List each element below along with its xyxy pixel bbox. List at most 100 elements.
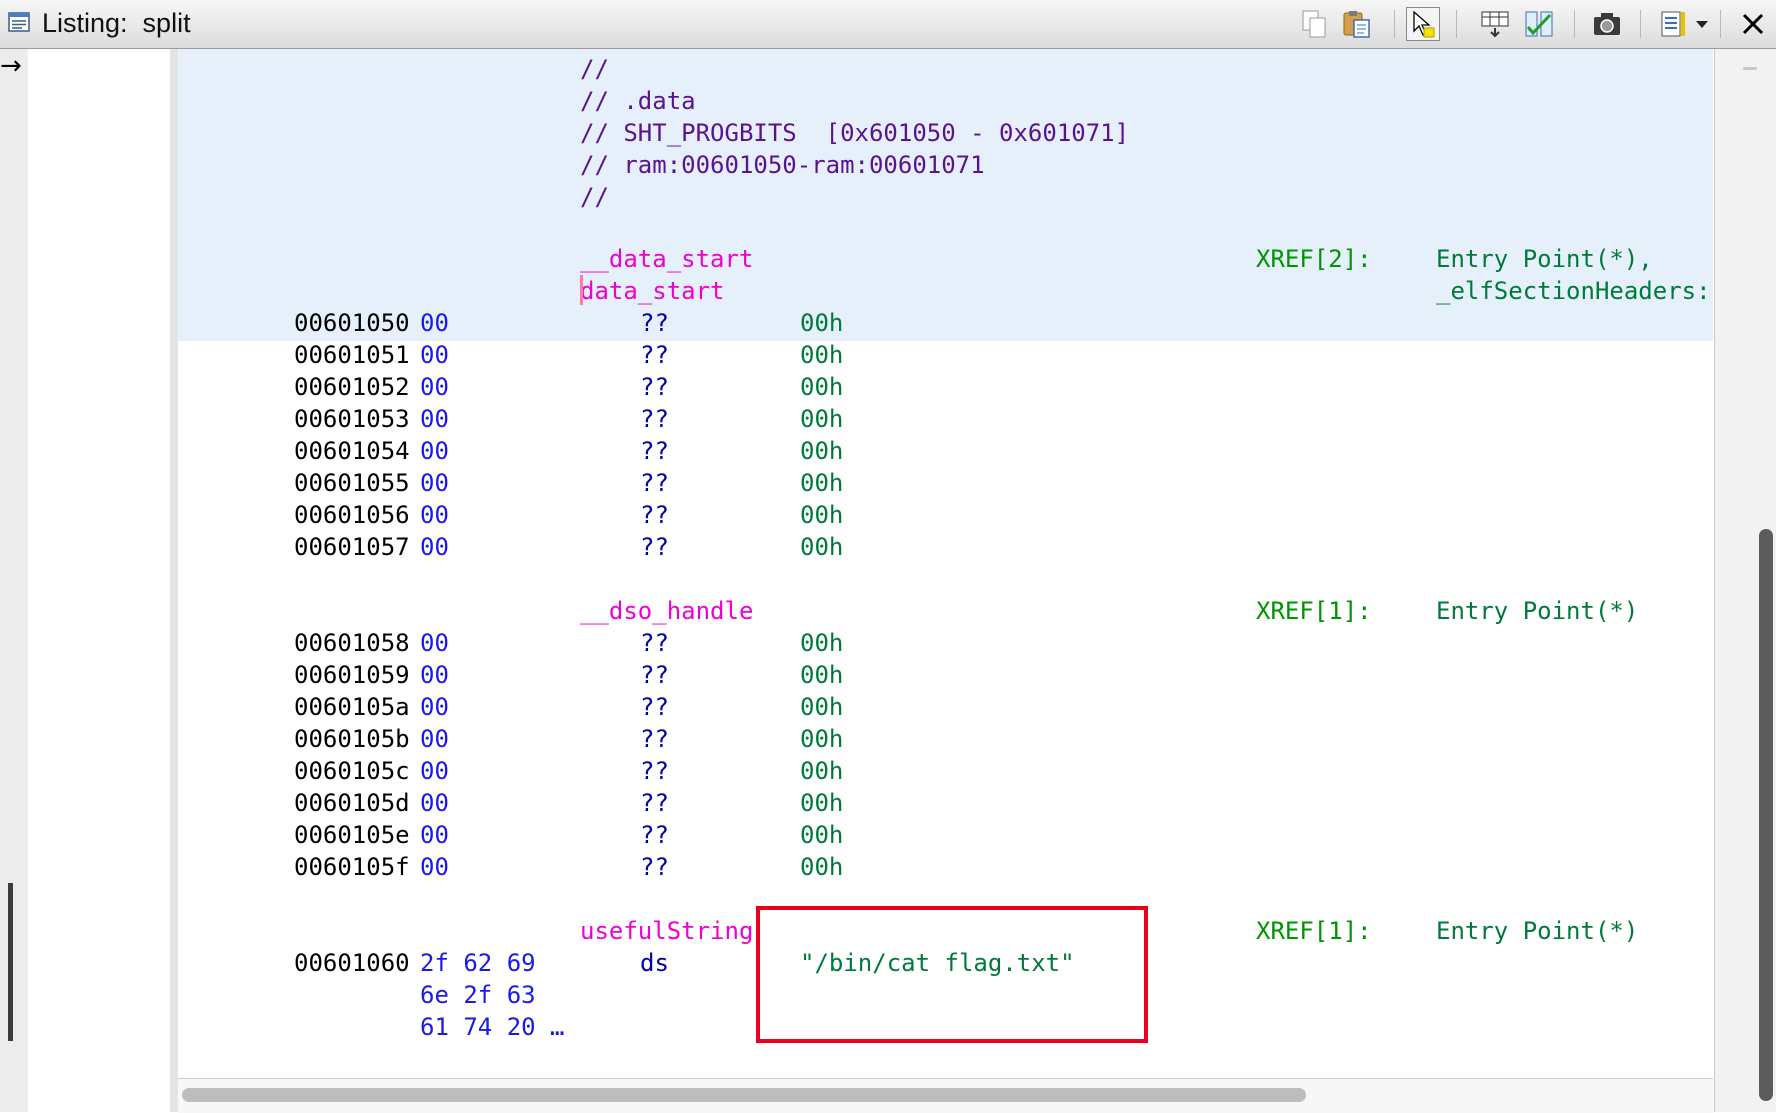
label-data-start-primary[interactable]: __data_start <box>580 243 753 275</box>
mnemonic[interactable]: ?? <box>640 723 669 755</box>
address[interactable]: 00601060 <box>294 947 410 979</box>
byte-value[interactable]: 00 <box>420 755 449 787</box>
mnemonic[interactable]: ?? <box>640 691 669 723</box>
byte-value[interactable]: 00 <box>420 435 449 467</box>
xref-entry[interactable]: Entry Point(*) <box>1436 915 1638 947</box>
operand[interactable]: 00h <box>800 851 843 883</box>
xref-entry[interactable]: _elfSectionHeaders:: <box>1436 275 1713 307</box>
byte-value[interactable]: 00 <box>420 499 449 531</box>
mnemonic[interactable]: ?? <box>640 819 669 851</box>
byte-value[interactable]: 00 <box>420 787 449 819</box>
byte-value[interactable]: 00 <box>420 851 449 883</box>
byte-value[interactable]: 00 <box>420 659 449 691</box>
mnemonic[interactable]: ?? <box>640 851 669 883</box>
dropdown-arrow-icon[interactable] <box>1692 7 1712 41</box>
current-location-arrow-icon: → <box>0 51 22 81</box>
mnemonic[interactable]: ?? <box>640 627 669 659</box>
mnemonic[interactable]: ?? <box>640 403 669 435</box>
operand[interactable]: 00h <box>800 691 843 723</box>
mnemonic[interactable]: ?? <box>640 531 669 563</box>
address[interactable]: 00601054 <box>294 435 410 467</box>
address[interactable]: 0060105b <box>294 723 410 755</box>
vertical-scrollbar-thumb[interactable] <box>1759 529 1773 1101</box>
byte-value[interactable]: 00 <box>420 371 449 403</box>
operand[interactable]: 00h <box>800 723 843 755</box>
listing-options-icon[interactable] <box>1656 7 1690 41</box>
byte-value[interactable]: 2f 62 69 <box>420 947 536 979</box>
operand[interactable]: 00h <box>800 499 843 531</box>
toolbar-separator <box>1456 10 1457 38</box>
mnemonic[interactable]: ?? <box>640 499 669 531</box>
address[interactable]: 00601053 <box>294 403 410 435</box>
flow-arrow-margin[interactable] <box>28 49 170 1112</box>
address[interactable]: 0060105a <box>294 691 410 723</box>
snapshot-icon[interactable] <box>1590 7 1624 41</box>
address[interactable]: 00601051 <box>294 339 410 371</box>
mnemonic[interactable]: ?? <box>640 787 669 819</box>
label-data-start[interactable]: data_start <box>580 275 725 307</box>
mnemonic[interactable]: ?? <box>640 371 669 403</box>
xref-header: XREF[1]: <box>1256 917 1372 945</box>
operand[interactable]: 00h <box>800 403 843 435</box>
byte-value[interactable]: 00 <box>420 339 449 371</box>
address[interactable]: 00601057 <box>294 531 410 563</box>
address[interactable]: 00601050 <box>294 307 410 339</box>
horizontal-scrollbar[interactable] <box>178 1078 1713 1113</box>
mnemonic[interactable]: ?? <box>640 307 669 339</box>
vertical-scrollbar[interactable] <box>1714 49 1776 1112</box>
byte-value[interactable]: 00 <box>420 403 449 435</box>
byte-value[interactable]: 00 <box>420 819 449 851</box>
mnemonic[interactable]: ?? <box>640 467 669 499</box>
byte-value[interactable]: 00 <box>420 691 449 723</box>
close-icon[interactable] <box>1736 7 1770 41</box>
byte-value[interactable]: 6e 2f 63 <box>420 979 536 1011</box>
operand[interactable]: 00h <box>800 531 843 563</box>
label-useful-string[interactable]: usefulString <box>580 915 753 947</box>
copy-icon[interactable] <box>1298 7 1332 41</box>
xref-entry[interactable]: Entry Point(*), <box>1436 243 1653 275</box>
mnemonic[interactable]: ?? <box>640 755 669 787</box>
address[interactable]: 00601059 <box>294 659 410 691</box>
address[interactable]: 0060105f <box>294 851 410 883</box>
toolbar-separator <box>1394 10 1395 38</box>
operand[interactable]: 00h <box>800 819 843 851</box>
listing-window-icon <box>8 12 30 32</box>
label-dso-handle[interactable]: __dso_handle <box>580 595 753 627</box>
paste-icon[interactable] <box>1340 7 1374 41</box>
diff-icon[interactable] <box>1522 7 1556 41</box>
mnemonic[interactable]: ds <box>640 947 669 979</box>
operand[interactable]: 00h <box>800 787 843 819</box>
cursor-select-icon[interactable] <box>1406 7 1440 41</box>
navigation-margin[interactable] <box>0 49 28 1112</box>
mnemonic[interactable]: ?? <box>640 659 669 691</box>
xref-header: XREF[1]: <box>1256 597 1372 625</box>
mnemonic[interactable]: ?? <box>640 339 669 371</box>
operand[interactable]: 00h <box>800 467 843 499</box>
address[interactable]: 0060105c <box>294 755 410 787</box>
address[interactable]: 0060105d <box>294 787 410 819</box>
operand[interactable]: 00h <box>800 339 843 371</box>
operand[interactable]: 00h <box>800 307 843 339</box>
byte-value[interactable]: 00 <box>420 307 449 339</box>
field-editor-icon[interactable] <box>1478 7 1512 41</box>
address[interactable]: 00601058 <box>294 627 410 659</box>
horizontal-scrollbar-thumb[interactable] <box>182 1088 1306 1102</box>
address[interactable]: 00601055 <box>294 467 410 499</box>
byte-value[interactable]: 00 <box>420 531 449 563</box>
address[interactable]: 0060105e <box>294 819 410 851</box>
mnemonic[interactable]: ?? <box>640 435 669 467</box>
address[interactable]: 00601052 <box>294 371 410 403</box>
byte-value[interactable]: 00 <box>420 723 449 755</box>
operand[interactable]: 00h <box>800 659 843 691</box>
listing-view[interactable]: // // .data // SHT_PROGBITS [0x601050 - … <box>178 49 1713 1109</box>
byte-value[interactable]: 00 <box>420 467 449 499</box>
byte-value[interactable]: 61 74 20 … <box>420 1011 565 1043</box>
xref-entry[interactable]: Entry Point(*) <box>1436 595 1638 627</box>
operand[interactable]: 00h <box>800 755 843 787</box>
operand[interactable]: 00h <box>800 435 843 467</box>
operand[interactable]: 00h <box>800 627 843 659</box>
operand[interactable]: 00h <box>800 371 843 403</box>
navigation-marker[interactable] <box>8 883 13 1041</box>
address[interactable]: 00601056 <box>294 499 410 531</box>
byte-value[interactable]: 00 <box>420 627 449 659</box>
